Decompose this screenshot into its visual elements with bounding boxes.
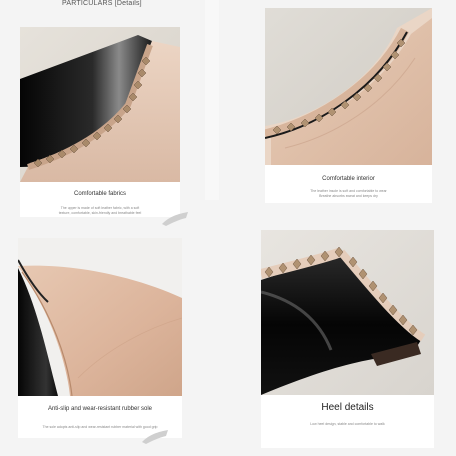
panel-rubber-sole: Anti-slip and wear-resistant rubber sole… [18,238,182,438]
brush-stroke-decoration [162,212,188,226]
panel-title: Comfortable interior [322,176,375,182]
panel-comfortable-interior: Comfortable interior The leather insole … [265,8,432,203]
panel-comfortable-fabrics: Comfortable fabrics The upper is made of… [20,27,180,217]
panel-title: Comfortable fabrics [73,191,127,197]
panel-description: Breathe absorbs sweat and keeps dry [319,194,378,198]
panel-title: Heel details [321,402,374,413]
heel-photo [261,230,434,395]
shoe-upper-illustration [20,27,180,182]
section-header-label: PARTICULARS [Details] [62,0,142,7]
upper-leather-photo [20,27,180,182]
panel-heel-details: Heel details Low heel design, stable and… [261,230,434,448]
sole-photo [18,238,182,396]
interior-insole-photo [265,8,432,165]
shoe-sole-illustration [18,238,182,396]
panel-description: texture, comfortable, skin-friendly and … [58,211,142,215]
shoe-interior-illustration [265,8,432,165]
panel-title: Anti-slip and wear-resistant rubber sole [47,406,153,412]
brush-stroke-decoration [142,430,168,444]
shoe-heel-illustration [261,230,434,395]
divider-vertical [205,0,219,200]
panel-description: Low heel design, stable and comfortable … [310,422,385,426]
